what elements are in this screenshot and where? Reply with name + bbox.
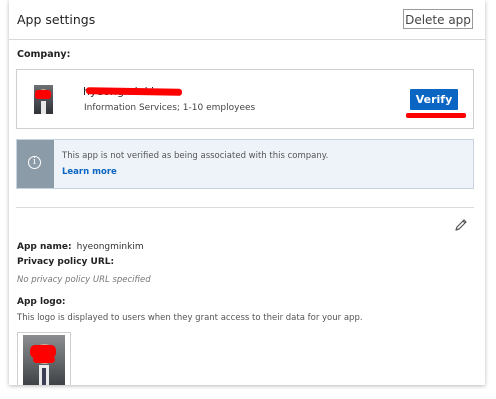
company-card: hyeongminkim Information Services; 1-10 … [16,69,474,129]
verify-button[interactable]: Verify [410,89,458,110]
app-settings-panel: App settings Delete app Company: hyeongm… [9,0,485,385]
redaction-mark [33,356,55,363]
app-logo-label: App logo: [17,297,66,307]
app-name-value: hyeongminkim [76,242,144,252]
app-logo-description: This logo is displayed to users when the… [17,313,363,323]
privacy-policy-value: No privacy policy URL specified [17,275,151,285]
pencil-icon[interactable] [454,218,468,232]
page-title: App settings [17,12,96,27]
privacy-policy-label: Privacy policy URL: [17,257,115,267]
panel-header: App settings Delete app [9,0,485,40]
company-section-label: Company: [17,49,71,60]
company-meta: Information Services; 1-10 employees [84,103,256,113]
section-divider [16,207,474,208]
app-logo-thumbnail[interactable] [17,332,71,385]
notice-text: This app is not verified as being associ… [62,151,329,161]
redaction-mark [35,90,51,99]
company-avatar [34,85,53,114]
notice-icon-strip: i [17,140,54,188]
logo-photo [23,335,65,385]
verification-notice: i This app is not verified as being asso… [16,139,474,189]
app-name-row: App name: hyeongminkim [17,234,144,253]
delete-app-button[interactable]: Delete app [403,9,473,29]
learn-more-link[interactable]: Learn more [62,167,117,177]
redaction-underline [406,113,466,118]
app-name-label: App name: [17,242,72,252]
info-icon: i [28,156,41,169]
